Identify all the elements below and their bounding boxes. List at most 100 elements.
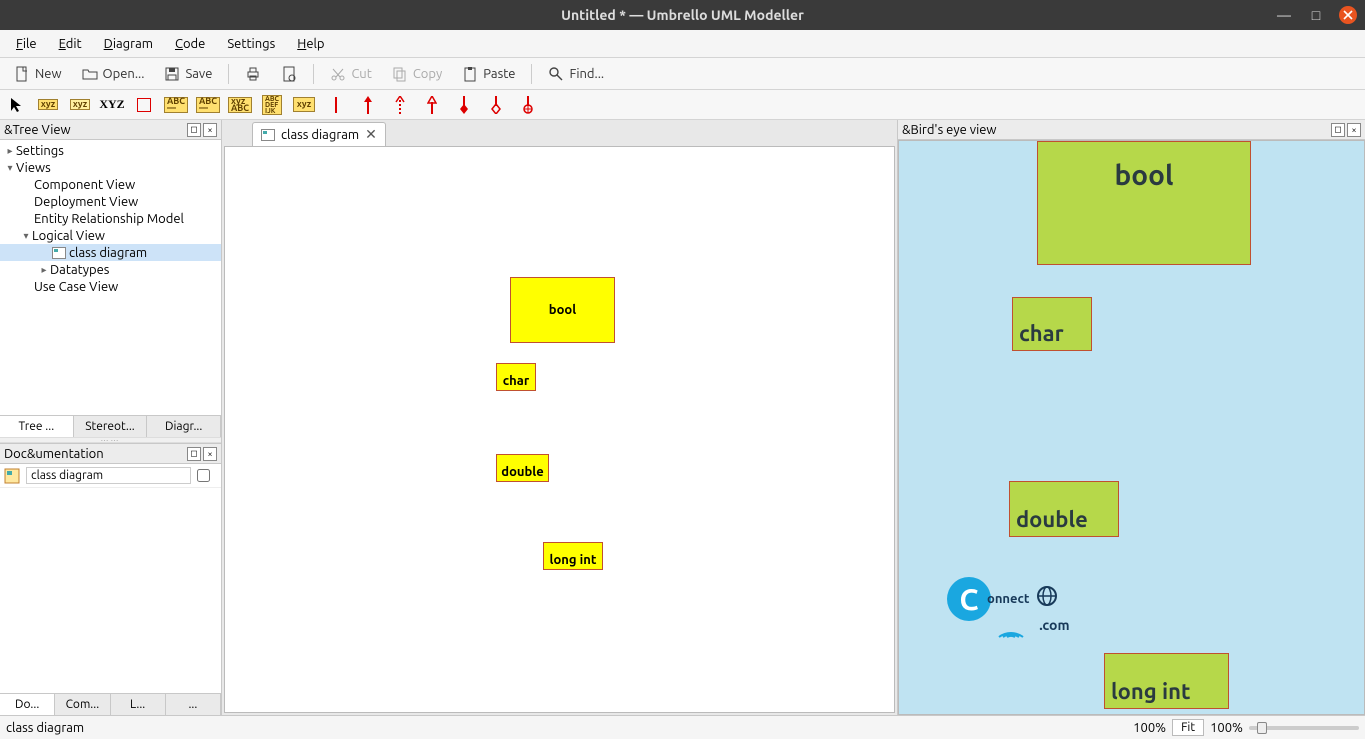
menu-code[interactable]: Code xyxy=(165,34,215,54)
search-icon xyxy=(548,66,564,82)
main-toolbar: New Open... Save Cut Copy Paste Find... xyxy=(0,58,1365,90)
tree-node-logical-view[interactable]: ▾Logical View xyxy=(0,227,221,244)
pane-close-icon[interactable]: × xyxy=(203,447,217,461)
doc-name-input[interactable] xyxy=(26,467,191,484)
tree-node-views[interactable]: ▾Views xyxy=(0,159,221,176)
birdseye-shape-bool: bool xyxy=(1037,141,1251,265)
pane-undock-icon[interactable]: ◻ xyxy=(1331,123,1345,137)
tree-node-class-diagram[interactable]: class diagram xyxy=(0,244,221,261)
paste-button[interactable]: Paste xyxy=(454,63,523,85)
page-icon xyxy=(281,66,297,82)
class-tool[interactable]: xyz xyxy=(38,96,58,114)
right-panel: &Bird's eye view ◻ × bool char double lo… xyxy=(897,120,1365,715)
doc-checkbox[interactable] xyxy=(197,469,210,482)
package-tool-2[interactable]: ABC— xyxy=(198,96,218,114)
aggregation-tool[interactable] xyxy=(454,96,474,114)
copy-icon xyxy=(392,66,408,82)
close-tab-icon[interactable]: ✕ xyxy=(365,126,377,143)
package-tool-3[interactable]: xyzABC xyxy=(230,96,250,114)
component-tool[interactable]: xyz xyxy=(294,96,314,114)
menu-edit[interactable]: Edit xyxy=(49,34,92,54)
interface-tool[interactable]: xyz xyxy=(70,96,90,114)
shape-double[interactable]: double xyxy=(496,454,549,482)
diagram-icon xyxy=(52,247,66,259)
save-button[interactable]: Save xyxy=(156,63,220,85)
status-text: class diagram xyxy=(6,721,84,735)
canvas-tab[interactable]: class diagram ✕ xyxy=(252,122,386,146)
menu-bar: File Edit Diagram Code Settings Help xyxy=(0,30,1365,58)
fit-button[interactable]: Fit xyxy=(1172,719,1204,736)
cut-button[interactable]: Cut xyxy=(322,63,379,85)
tree-view[interactable]: ▸Settings ▾Views Component View Deployme… xyxy=(0,140,221,415)
enum-tool[interactable]: ABCDEFIJK xyxy=(262,96,282,114)
tab-more[interactable]: ... xyxy=(166,694,221,715)
menu-settings[interactable]: Settings xyxy=(217,34,285,54)
menu-file[interactable]: File xyxy=(6,34,47,54)
logo-circle-icon: C xyxy=(947,577,991,621)
printer-icon xyxy=(245,66,261,82)
containment-tool[interactable] xyxy=(518,96,538,114)
watermark-logo: C onnect .com xyxy=(947,577,1062,621)
dependency-tool[interactable] xyxy=(390,96,410,114)
maximize-button[interactable]: □ xyxy=(1307,6,1325,24)
tab-tree[interactable]: Tree ... xyxy=(0,416,74,437)
pane-undock-icon[interactable]: ◻ xyxy=(187,123,201,137)
open-button[interactable]: Open... xyxy=(74,63,153,85)
tab-stereotypes[interactable]: Stereot... xyxy=(74,416,148,437)
pane-close-icon[interactable]: × xyxy=(1347,123,1361,137)
tree-node-settings[interactable]: ▸Settings xyxy=(0,142,221,159)
menu-diagram[interactable]: Diagram xyxy=(94,34,163,54)
tree-view-header: &Tree View ◻ × xyxy=(0,120,221,140)
tree-node-erm[interactable]: Entity Relationship Model xyxy=(0,210,221,227)
box-tool[interactable] xyxy=(134,96,154,114)
zoom-percent-right: 100% xyxy=(1210,721,1243,735)
shape-longint[interactable]: long int xyxy=(543,542,603,570)
assoc-line-tool[interactable] xyxy=(326,96,346,114)
canvas-tab-label: class diagram xyxy=(281,128,359,142)
status-bar: class diagram 100% Fit 100% xyxy=(0,715,1365,739)
left-panel: &Tree View ◻ × ▸Settings ▾Views Componen… xyxy=(0,120,222,715)
tab-doc[interactable]: Do... xyxy=(0,694,55,715)
composition-tool[interactable] xyxy=(486,96,506,114)
menu-help[interactable]: Help xyxy=(287,34,334,54)
zoom-slider[interactable] xyxy=(1249,726,1359,730)
tab-comments[interactable]: Com... xyxy=(55,694,110,715)
tab-diagrams[interactable]: Diagr... xyxy=(147,416,221,437)
pane-close-icon[interactable]: × xyxy=(203,123,217,137)
pointer-tool[interactable] xyxy=(6,96,26,114)
minimize-button[interactable]: — xyxy=(1275,6,1293,24)
tree-node-component-view[interactable]: Component View xyxy=(0,176,221,193)
generalization-tool[interactable] xyxy=(422,96,442,114)
birdseye-shape-char: char xyxy=(1012,297,1092,351)
pane-undock-icon[interactable]: ◻ xyxy=(187,447,201,461)
package-tool-1[interactable]: ABC— xyxy=(166,96,186,114)
shape-char[interactable]: char xyxy=(496,363,536,391)
shape-bool[interactable]: bool xyxy=(510,277,615,343)
print-button[interactable] xyxy=(237,63,269,85)
directed-assoc-tool[interactable] xyxy=(358,96,378,114)
zoom-percent-left: 100% xyxy=(1133,721,1166,735)
print-preview-button[interactable] xyxy=(273,63,305,85)
birdseye-shape-longint: long int xyxy=(1104,653,1229,709)
globe-icon xyxy=(1032,584,1062,614)
scissors-icon xyxy=(330,66,346,82)
tree-node-deployment-view[interactable]: Deployment View xyxy=(0,193,221,210)
documentation-header: Doc&umentation ◻ × xyxy=(0,444,221,464)
diagram-canvas[interactable]: bool char double long int xyxy=(224,146,895,713)
wifi-icon xyxy=(997,619,1037,639)
window-title: Untitled * — Umbrello UML Modeller xyxy=(0,7,1365,23)
text-tool[interactable]: XYZ xyxy=(102,96,122,114)
tab-log[interactable]: L... xyxy=(111,694,166,715)
diagram-toolbar: xyz xyz XYZ ABC— ABC— xyzABC ABCDEFIJK x… xyxy=(0,90,1365,120)
clipboard-icon xyxy=(462,66,478,82)
copy-button[interactable]: Copy xyxy=(384,63,450,85)
tree-node-usecase-view[interactable]: Use Case View xyxy=(0,278,221,295)
doc-text-area[interactable] xyxy=(0,488,221,693)
find-button[interactable]: Find... xyxy=(540,63,612,85)
title-bar: Untitled * — Umbrello UML Modeller — □ xyxy=(0,0,1365,30)
doc-tabs: Do... Com... L... ... xyxy=(0,693,221,715)
birdseye-view[interactable]: bool char double long int C onnect .com xyxy=(898,140,1365,715)
close-button[interactable] xyxy=(1339,6,1357,24)
tree-node-datatypes[interactable]: ▸Datatypes xyxy=(0,261,221,278)
new-button[interactable]: New xyxy=(6,63,70,85)
